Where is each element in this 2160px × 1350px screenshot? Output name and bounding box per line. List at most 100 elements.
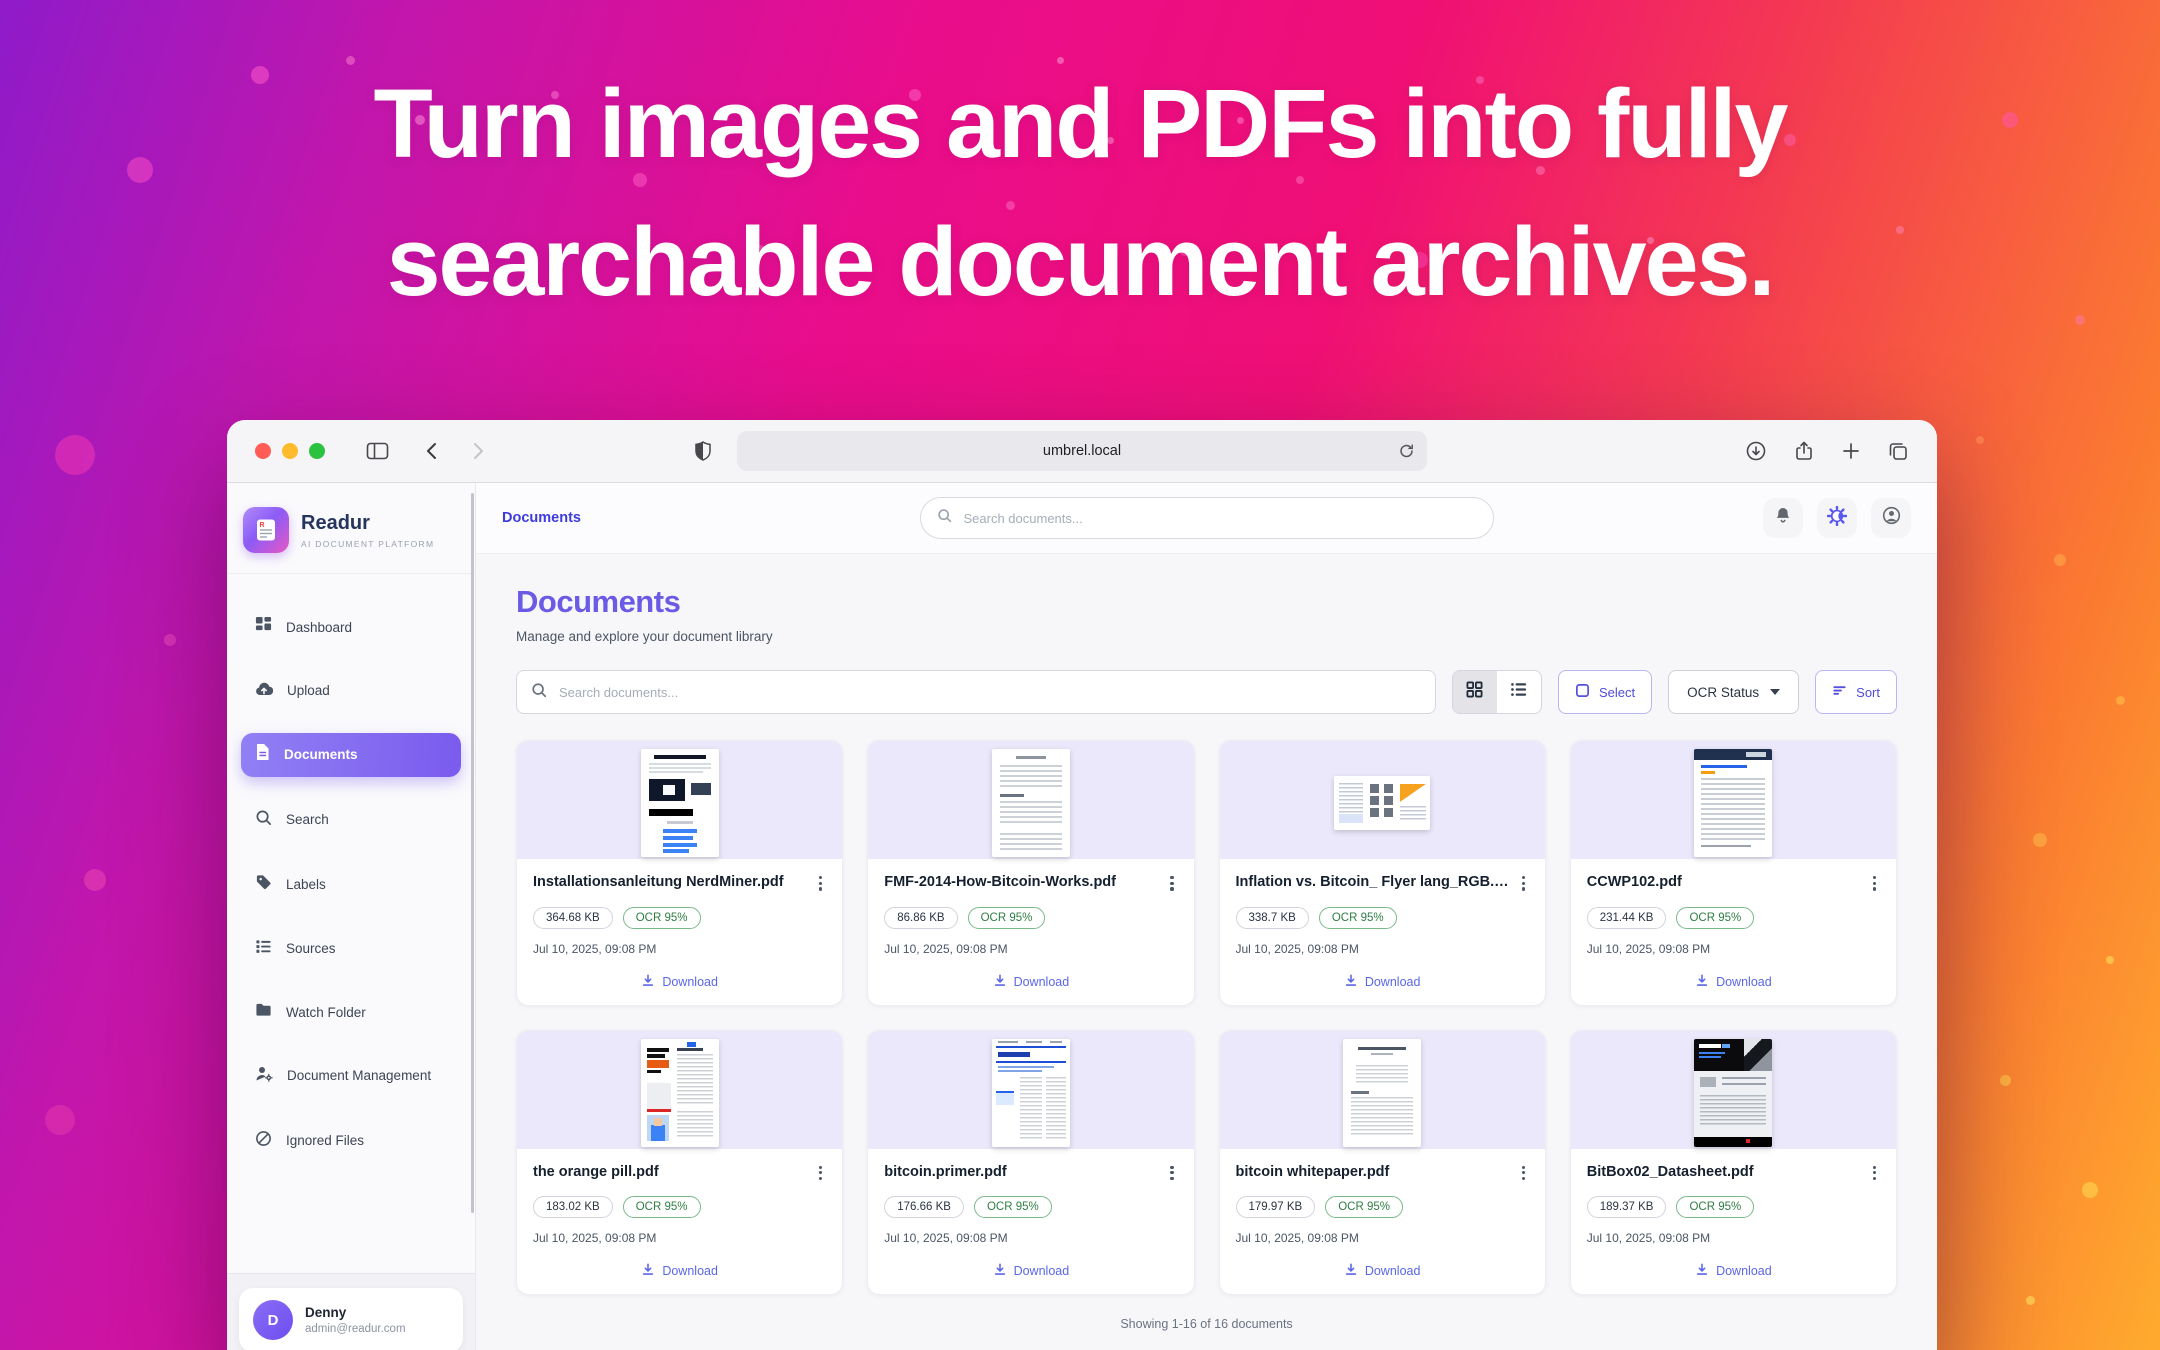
document-date: Jul 10, 2025, 09:08 PM — [1236, 942, 1529, 956]
document-thumbnail-page — [641, 749, 719, 857]
download-button[interactable]: Download — [1587, 1257, 1880, 1282]
ocr-status-badge: OCR 95% — [623, 907, 701, 929]
download-button-label: Download — [662, 975, 718, 989]
more-options-icon[interactable] — [1166, 873, 1177, 894]
tab-overview-icon[interactable] — [1887, 440, 1909, 462]
sidebar-item-ignored-files[interactable]: Ignored Files — [241, 1120, 461, 1163]
more-options-icon[interactable] — [815, 1163, 826, 1184]
reload-icon[interactable] — [1398, 443, 1415, 460]
select-button[interactable]: Select — [1558, 670, 1652, 714]
avatar: D — [253, 1300, 293, 1340]
download-button-label: Download — [1365, 975, 1421, 989]
ocr-status-dropdown[interactable]: OCR Status — [1668, 670, 1799, 714]
document-thumbnail-page — [992, 749, 1070, 857]
sort-icon — [1832, 683, 1847, 701]
zoom-window-button[interactable] — [309, 443, 325, 459]
download-button[interactable]: Download — [1236, 968, 1529, 993]
background-dot — [2000, 1075, 2011, 1086]
ocr-status-label: OCR Status — [1687, 685, 1759, 700]
download-button-label: Download — [1014, 1264, 1070, 1278]
minimize-window-button[interactable] — [282, 443, 298, 459]
list-view-button[interactable] — [1497, 671, 1541, 713]
sidebar-item-sources[interactable]: Sources — [241, 928, 461, 971]
document-card[interactable]: CCWP102.pdf 231.44 KB OCR 95% Jul 10, 20… — [1570, 740, 1897, 1006]
download-button[interactable]: Download — [533, 1257, 826, 1282]
sidebar-item-label: Search — [286, 810, 329, 830]
list-view-icon — [1510, 681, 1527, 703]
breadcrumb[interactable]: Documents — [502, 510, 581, 526]
notifications-button[interactable] — [1763, 498, 1803, 538]
sidebar-item-labels[interactable]: Labels — [241, 863, 461, 906]
background-dot — [2082, 1182, 2098, 1198]
more-options-icon[interactable] — [1869, 873, 1880, 894]
document-card[interactable]: the orange pill.pdf 183.02 KB OCR 95% Ju… — [516, 1030, 843, 1296]
sidebar-item-dashboard[interactable]: Dashboard — [241, 606, 461, 649]
file-size-badge: 176.66 KB — [884, 1196, 964, 1218]
document-thumbnail-page — [1694, 1039, 1772, 1147]
theme-toggle-button[interactable] — [1817, 498, 1857, 538]
more-options-icon[interactable] — [1518, 873, 1529, 894]
address-bar[interactable]: umbrel.local — [737, 431, 1427, 471]
search-icon — [937, 508, 952, 528]
document-thumbnail — [868, 1031, 1193, 1149]
sidebar-item-search[interactable]: Search — [241, 799, 461, 842]
search-icon — [531, 682, 547, 703]
sidebar-item-watch-folder[interactable]: Watch Folder — [241, 992, 461, 1033]
sort-button[interactable]: Sort — [1815, 670, 1897, 714]
download-button[interactable]: Download — [884, 968, 1177, 993]
document-title: Inflation vs. Bitcoin_ Flyer lang_RGB.pd… — [1236, 873, 1518, 892]
sidebar-toggle-icon[interactable] — [366, 441, 389, 461]
file-size-badge: 364.68 KB — [533, 907, 613, 929]
view-toggle — [1452, 670, 1542, 714]
forward-icon[interactable] — [469, 441, 487, 461]
document-card[interactable]: FMF-2014-How-Bitcoin-Works.pdf 86.86 KB … — [867, 740, 1194, 1006]
more-options-icon[interactable] — [1518, 1163, 1529, 1184]
results-count: Showing 1-16 of 16 documents — [516, 1317, 1897, 1331]
more-options-icon[interactable] — [815, 873, 826, 894]
user-icon — [1882, 506, 1901, 530]
close-window-button[interactable] — [255, 443, 271, 459]
documents-search-input[interactable] — [557, 684, 1421, 701]
back-icon[interactable] — [423, 441, 441, 461]
new-tab-icon[interactable] — [1841, 441, 1861, 461]
tag-icon — [255, 873, 272, 896]
sidebar-footer: D Denny admin@readur.com — [227, 1273, 475, 1350]
account-button[interactable] — [1871, 498, 1911, 538]
document-card[interactable]: bitcoin whitepaper.pdf 179.97 KB OCR 95%… — [1219, 1030, 1546, 1296]
sidebar-scrollbar[interactable] — [471, 493, 474, 1213]
download-button-label: Download — [1716, 1264, 1772, 1278]
download-button[interactable]: Download — [533, 968, 826, 993]
download-button[interactable]: Download — [884, 1257, 1177, 1282]
more-options-icon[interactable] — [1869, 1163, 1880, 1184]
sidebar-item-document-management[interactable]: Document Management — [241, 1055, 459, 1098]
background-dot — [2054, 554, 2066, 566]
readur-logo-icon: R — [243, 507, 289, 553]
download-button[interactable]: Download — [1236, 1257, 1529, 1282]
privacy-shield-icon[interactable] — [692, 440, 714, 462]
sidebar-item-label: Dashboard — [286, 618, 352, 638]
document-card[interactable]: BitBox02_Datasheet.pdf 189.37 KB OCR 95%… — [1570, 1030, 1897, 1296]
document-card[interactable]: Installationsanleitung NerdMiner.pdf 364… — [516, 740, 843, 1006]
document-thumbnail-page — [1343, 1039, 1421, 1147]
sidebar-nav: Dashboard Upload Documents Search — [227, 574, 475, 1162]
more-options-icon[interactable] — [1166, 1163, 1177, 1184]
share-icon[interactable] — [1793, 440, 1815, 462]
file-size-badge: 86.86 KB — [884, 907, 957, 929]
sidebar-item-upload[interactable]: Upload — [241, 671, 461, 712]
global-search-input[interactable] — [962, 510, 1477, 527]
sidebar-item-label: Upload — [287, 681, 330, 701]
ocr-status-badge: OCR 95% — [623, 1196, 701, 1218]
download-button-label: Download — [1716, 975, 1772, 989]
document-title: CCWP102.pdf — [1587, 873, 1690, 892]
download-button-label: Download — [1365, 1264, 1421, 1278]
global-search[interactable] — [920, 497, 1494, 539]
document-thumbnail — [1220, 741, 1545, 859]
download-button[interactable]: Download — [1587, 968, 1880, 993]
document-card[interactable]: bitcoin.primer.pdf 176.66 KB OCR 95% Jul… — [867, 1030, 1194, 1296]
sidebar-item-documents[interactable]: Documents — [241, 733, 461, 777]
user-card[interactable]: D Denny admin@readur.com — [239, 1288, 463, 1350]
grid-view-button[interactable] — [1453, 671, 1497, 713]
documents-search[interactable] — [516, 670, 1436, 714]
downloads-icon[interactable] — [1745, 440, 1767, 462]
document-card[interactable]: Inflation vs. Bitcoin_ Flyer lang_RGB.pd… — [1219, 740, 1546, 1006]
